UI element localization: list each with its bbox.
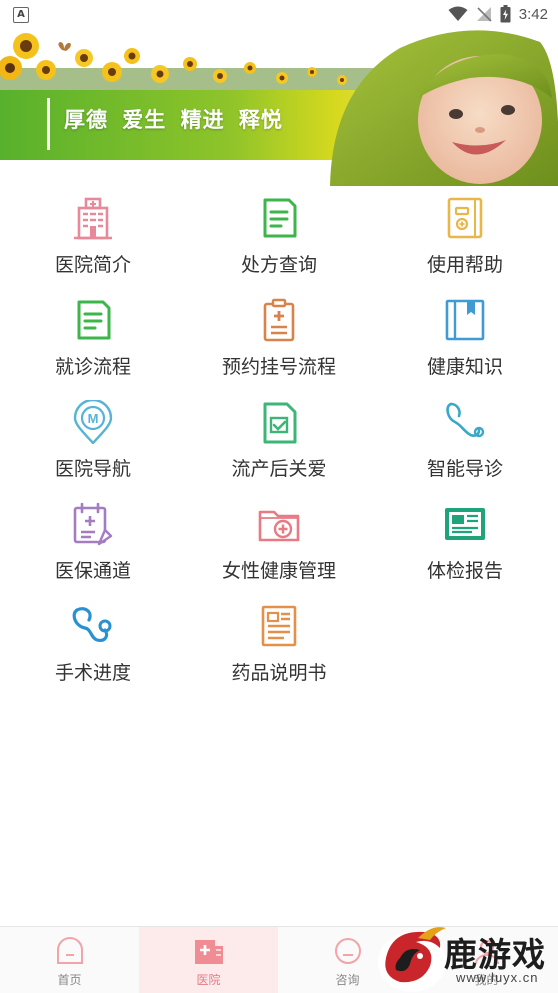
drug-instructions-icon [261, 605, 297, 647]
report-newspaper-icon [445, 508, 485, 540]
appointment-clipboard-icon [263, 298, 295, 342]
health-knowledge-book-icon [445, 299, 485, 341]
medical-folder-icon [258, 510, 300, 542]
home-icon [57, 937, 83, 964]
menu-item-hospital-intro[interactable]: 医院简介 [0, 188, 186, 290]
menu-item-prescription-query[interactable]: 处方查询 [186, 188, 372, 290]
svg-text:M: M [88, 411, 99, 426]
surgery-stethoscope-icon [72, 607, 112, 642]
stethoscope-icon [446, 402, 485, 438]
status-time: 3:42 [518, 5, 548, 23]
watermark-text: 鹿游戏 [444, 935, 546, 974]
status-icons: 3:42 [448, 4, 548, 24]
prescription-document-icon [263, 198, 297, 238]
menu-item-label: 医院简介 [54, 254, 131, 276]
visit-process-document-icon [77, 300, 111, 340]
menu-item-post-abortion-care[interactable]: 流产后关爱 [186, 392, 372, 494]
status-bar: A 3:42 [0, 0, 558, 28]
menu-item-drug-instructions[interactable]: 药品说明书 [186, 596, 372, 698]
menu-item-label: 女性健康管理 [221, 560, 336, 582]
menu-item-insurance-channel[interactable]: 医保通道 [0, 494, 186, 596]
menu-item-surgery-progress[interactable]: 手术进度 [0, 596, 186, 698]
map-pin-navigation-icon: M [73, 400, 113, 444]
menu-item-health-knowledge[interactable]: 健康知识 [372, 290, 558, 392]
menu-item-label: 处方查询 [240, 254, 317, 276]
signal-off-icon [476, 7, 492, 22]
menu-item-label: 手术进度 [54, 662, 131, 684]
menu-item-hospital-navigation[interactable]: M 医院导航 [0, 392, 186, 494]
menu-item-label: 医保通道 [54, 560, 131, 582]
menu-item-womens-health[interactable]: 女性健康管理 [186, 494, 372, 596]
menu-item-label: 智能导诊 [426, 458, 503, 480]
notification-a-icon: A [13, 7, 29, 23]
menu-item-label: 医院导航 [54, 458, 131, 480]
menu-item-label: 预约挂号流程 [221, 356, 336, 378]
banner-slogan: 厚德 爱生 精进 释悦 [64, 108, 283, 132]
menu-item-label: 药品说明书 [231, 662, 327, 684]
tab-hospital[interactable]: 医院 [139, 927, 278, 993]
insurance-calendar-icon [73, 502, 113, 546]
wifi-icon [448, 6, 468, 21]
watermark-url: www.luyx.cn [456, 970, 539, 985]
tab-label: 医院 [196, 973, 221, 987]
menu-item-label: 健康知识 [426, 356, 503, 378]
menu-item-label: 体检报告 [426, 560, 503, 582]
tab-home[interactable]: 首页 [0, 927, 139, 993]
consult-icon [335, 938, 361, 964]
menu-item-smart-triage[interactable]: 智能导诊 [372, 392, 558, 494]
menu-item-appointment-process[interactable]: 预约挂号流程 [186, 290, 372, 392]
care-document-check-icon [263, 402, 297, 444]
menu-item-label: 使用帮助 [426, 254, 503, 276]
menu-item-label: 流产后关爱 [231, 458, 327, 480]
hospital-icon [195, 940, 223, 964]
banner-accent-bar [47, 98, 50, 150]
tab-label: 首页 [57, 973, 82, 987]
menu-item-help[interactable]: 使用帮助 [372, 188, 558, 290]
menu-item-visit-process[interactable]: 就诊流程 [0, 290, 186, 392]
menu-item-label: 就诊流程 [54, 356, 131, 378]
battery-icon [500, 5, 511, 23]
menu-item-checkup-report[interactable]: 体检报告 [372, 494, 558, 596]
help-book-icon [447, 197, 483, 239]
hospital-building-icon [74, 197, 112, 240]
hero-banner[interactable]: 厚德 爱生 精进 释悦 [0, 28, 558, 186]
